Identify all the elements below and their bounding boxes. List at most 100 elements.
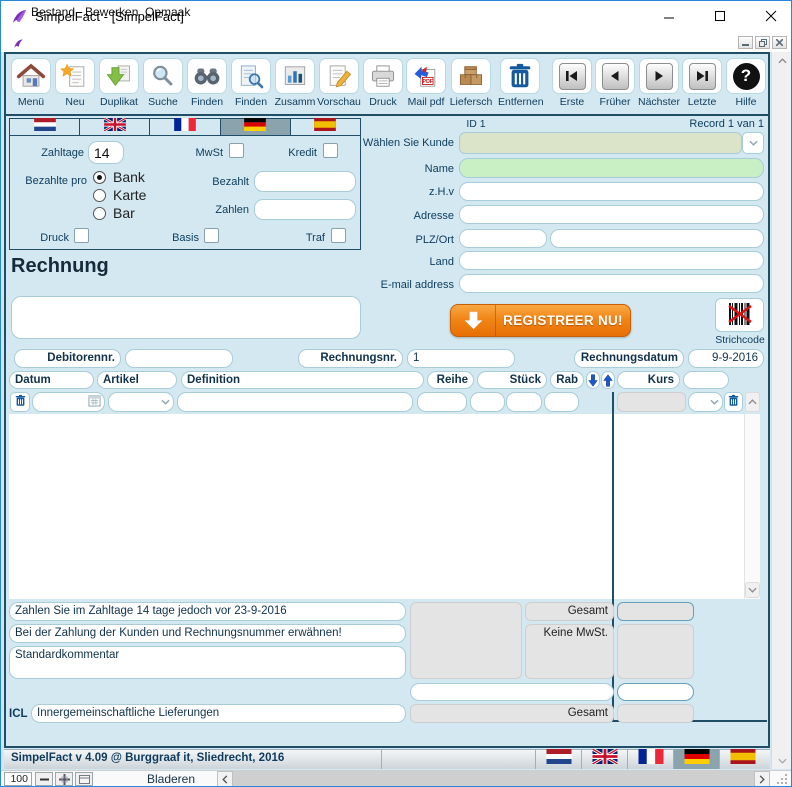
zoom-level-input[interactable]: 100 — [4, 772, 32, 786]
mdi-restore-icon[interactable] — [755, 36, 770, 49]
kredit-checkbox[interactable] — [323, 143, 338, 158]
radio-bar[interactable] — [93, 207, 106, 220]
extra-input[interactable] — [410, 683, 614, 701]
status-flag-fr[interactable] — [627, 749, 673, 769]
basis-checkbox[interactable] — [204, 228, 219, 243]
row-stueck2-input[interactable] — [506, 392, 542, 412]
toolbar-button-duplikat[interactable]: Duplikat — [97, 58, 141, 114]
minimize-button[interactable] — [646, 1, 692, 31]
barcode-button[interactable] — [715, 298, 764, 332]
page-layout-button[interactable] — [75, 772, 93, 786]
tab-flag-fr[interactable] — [150, 119, 220, 135]
kunde-select[interactable] — [459, 132, 742, 154]
items-table-scrollbar[interactable] — [744, 414, 760, 599]
radio-karte[interactable] — [93, 189, 106, 202]
tab-flag-es[interactable] — [291, 119, 360, 135]
scroll-right-icon[interactable] — [754, 771, 770, 787]
druck-checkbox[interactable] — [74, 228, 89, 243]
nl-flag-icon — [34, 118, 56, 136]
close-button[interactable] — [748, 1, 792, 31]
extra-value-input[interactable] — [617, 683, 694, 701]
col-header-artikel: Artikel — [97, 371, 177, 389]
status-flag-de[interactable] — [673, 749, 719, 769]
toolbar-button-erste[interactable]: Erste — [550, 58, 594, 114]
toolbar-button-druck[interactable]: Druck — [361, 58, 405, 114]
status-flag-nl[interactable] — [535, 749, 581, 769]
rechnungsdatum-input[interactable]: 9-9-2016 — [688, 349, 764, 368]
scroll-left-icon[interactable] — [217, 771, 233, 787]
toolbar-button-liefersch[interactable]: Liefersch — [449, 58, 493, 114]
mdi-close-icon[interactable] — [772, 36, 787, 49]
chart-icon — [275, 58, 315, 94]
scroll-up-button[interactable] — [745, 392, 760, 412]
toolbar-button-naechster[interactable]: Nächster — [637, 58, 681, 114]
register-button[interactable]: REGISTREER NU! — [450, 304, 631, 337]
toolbar-button-finden-2[interactable]: Finden — [229, 58, 273, 114]
radio-bank[interactable] — [93, 171, 106, 184]
toolbar-button-mail-pdf[interactable]: PDF Mail pdf — [404, 58, 448, 114]
rechnungsnr-input[interactable]: 1 — [407, 349, 515, 368]
toolbar-button-vorschau[interactable]: Vorschau — [317, 58, 361, 114]
kunde-dropdown-button[interactable] — [742, 132, 764, 154]
status-flag-gb[interactable] — [581, 749, 627, 769]
row-delete-button[interactable] — [10, 392, 30, 412]
sort-down-button[interactable] — [586, 371, 600, 389]
zoom-fit-button[interactable] — [55, 772, 73, 786]
payment-terms-text[interactable]: Zahlen Sie im Zahltage 14 tage jedoch vo… — [9, 602, 406, 621]
toolbar-button-letzte[interactable]: Letzte — [680, 58, 724, 114]
scroll-down-button[interactable] — [745, 582, 760, 598]
zhv-input[interactable] — [459, 182, 764, 201]
debitorennr-input[interactable] — [125, 349, 233, 368]
toolbar-button-neu[interactable]: Neu — [53, 58, 97, 114]
toolbar-button-entfernen[interactable]: Entfernen — [498, 58, 542, 114]
toolbar-button-suche[interactable]: Suche — [141, 58, 185, 114]
calendar-icon[interactable] — [88, 394, 101, 410]
tab-flag-de[interactable] — [221, 119, 291, 135]
email-input[interactable] — [459, 274, 764, 293]
tab-flag-gb[interactable] — [80, 119, 150, 135]
row-currency-select[interactable] — [688, 392, 723, 412]
toolbar-button-frueher[interactable]: Früher — [593, 58, 637, 114]
toolbar-button-finden[interactable]: Finden — [185, 58, 229, 114]
toolbar-button-hilfe[interactable]: ? Hilfe — [724, 58, 768, 114]
menu-opmaak[interactable]: Opmaak — [141, 4, 194, 20]
toolbar-button-zusamm[interactable]: Zusamm — [273, 58, 317, 114]
land-input[interactable] — [459, 251, 764, 270]
horizontal-scrollbar[interactable] — [217, 771, 770, 787]
zahltage-input[interactable]: 14 — [88, 141, 124, 164]
icl-text-input[interactable]: Innergemeinschaftliche Lieferungen — [31, 704, 406, 723]
traf-checkbox[interactable] — [331, 228, 346, 243]
vertical-scrollbar[interactable] — [771, 52, 792, 769]
view-mode-selector[interactable]: Bladeren — [121, 772, 221, 786]
row-definition-input[interactable] — [177, 392, 413, 412]
row-artikel-select[interactable] — [108, 392, 174, 412]
mdi-minimize-icon[interactable] — [738, 36, 753, 49]
scrollbar-up-icon[interactable] — [772, 52, 792, 69]
sort-up-button[interactable] — [601, 371, 615, 389]
invoice-comment-box[interactable] — [11, 296, 361, 339]
traf-label: Traf — [261, 232, 325, 244]
row-date-input[interactable] — [32, 392, 105, 412]
row-rab-input[interactable] — [544, 392, 579, 412]
bezahlt-input[interactable] — [254, 171, 356, 192]
maximize-button[interactable] — [697, 1, 743, 31]
status-flag-es[interactable] — [719, 749, 765, 769]
items-table-body[interactable] — [9, 414, 760, 599]
menu-bewerken[interactable]: Bewerken — [81, 4, 142, 20]
tab-flag-nl[interactable] — [10, 119, 80, 135]
plz-input[interactable] — [459, 229, 547, 248]
ort-input[interactable] — [550, 229, 764, 248]
name-input[interactable] — [459, 158, 764, 178]
scrollbar-down-icon[interactable] — [772, 752, 792, 769]
standard-comment-text[interactable]: Standardkommentar — [9, 646, 406, 679]
adresse-input[interactable] — [459, 205, 764, 224]
toolbar-button-menu[interactable]: Menü — [9, 58, 53, 114]
payment-note-text[interactable]: Bei der Zahlung der Kunden und Rechnungs… — [9, 624, 406, 643]
row-stueck-input[interactable] — [470, 392, 505, 412]
row-reihe-input[interactable] — [417, 392, 467, 412]
zoom-out-button[interactable] — [35, 772, 53, 786]
menu-bestand[interactable]: Bestand — [27, 4, 79, 20]
zahlen-input[interactable] — [254, 199, 356, 220]
row-delete-button-2[interactable] — [724, 392, 743, 412]
resize-grip[interactable] — [776, 773, 789, 787]
